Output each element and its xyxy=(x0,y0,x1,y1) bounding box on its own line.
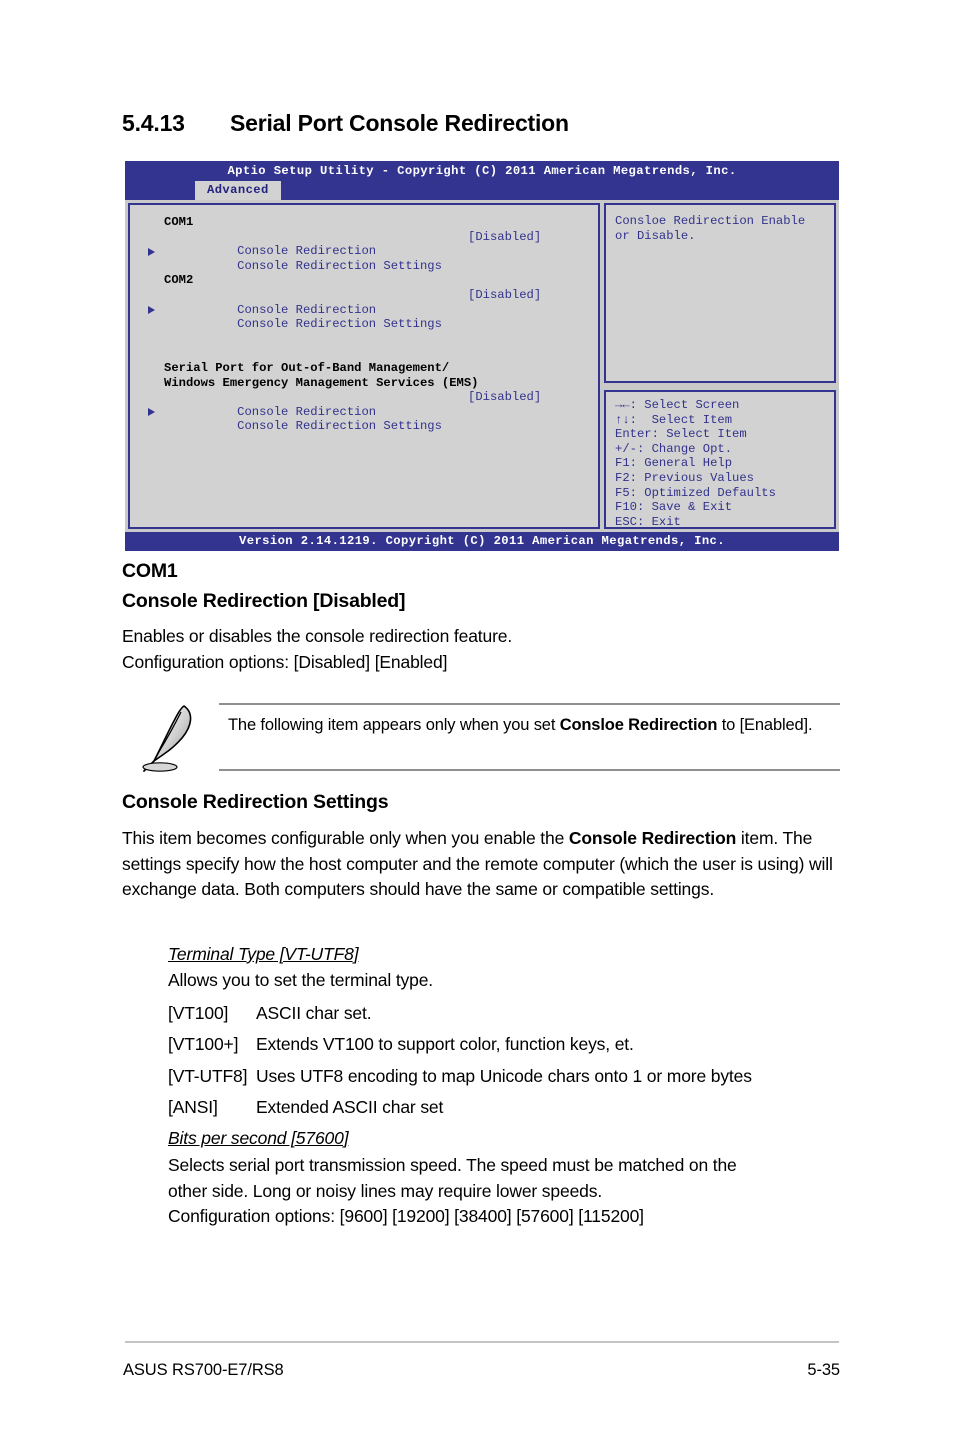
bios-item-value: [Disabled] xyxy=(468,287,542,302)
settings-description: This item becomes configurable only when… xyxy=(122,826,844,903)
heading-console-redirection: Console Redirection [Disabled] xyxy=(122,590,406,612)
bios-title-bar: Aptio Setup Utility - Copyright (C) 2011… xyxy=(125,161,839,181)
bios-item-value: [Disabled] xyxy=(468,390,542,405)
note-text-bold: Consloe Redirection xyxy=(559,716,718,734)
option-tag: [VT100] xyxy=(168,1003,229,1023)
bios-help-line: Consloe Redirection Enable xyxy=(615,214,806,228)
bios-key-legend-panel: →←: Select Screen ↑↓: Select Item Enter:… xyxy=(604,390,836,529)
note-rule-top xyxy=(219,703,840,705)
bios-settings-panel: COM1 Console Redirection [Disabled] Conso… xyxy=(128,203,600,529)
terminal-type-option-vt100plus: [VT100+] Extends VT100 to support color, … xyxy=(168,1034,634,1055)
com1-description: Enables or disables the console redirect… xyxy=(122,624,842,675)
note-text-after: to [Enabled]. xyxy=(717,716,813,734)
bios-screenshot: Aptio Setup Utility - Copyright (C) 2011… xyxy=(125,161,839,551)
bios-item-label: Console Redirection Settings xyxy=(237,419,442,434)
terminal-type-option-vtutf8: [VT-UTF8] Uses UTF8 encoding to map Unico… xyxy=(168,1066,752,1087)
note-pencil-icon xyxy=(142,705,192,772)
submenu-arrow-icon xyxy=(148,247,155,256)
option-tag: [ANSI] xyxy=(168,1097,218,1117)
terminal-type-option-ansi: [ANSI] Extended ASCII char set xyxy=(168,1097,443,1118)
bits-line2: other side. Long or noisy lines may requ… xyxy=(168,1180,603,1201)
bios-spacer xyxy=(130,346,598,361)
bios-spacer xyxy=(130,332,598,347)
settings-body-before: This item becomes configurable only when… xyxy=(122,828,569,848)
page-title: 5.4.13 Serial Port Console Redirection xyxy=(122,110,842,137)
bios-spacer xyxy=(130,259,598,274)
settings-body-bold: Console Redirection xyxy=(568,828,737,848)
bios-group-header: COM2 xyxy=(164,273,194,288)
key-legend-change-opt: +/-: Change Opt. xyxy=(615,441,733,456)
bios-item-value: [Disabled] xyxy=(468,229,542,244)
bios-group-header-ems-line1: Serial Port for Out-of-Band Management/ xyxy=(164,360,450,375)
bios-group-header-ems-line2: Windows Emergency Management Services (E… xyxy=(164,375,479,390)
com1-desc-line1: Enables or disables the console redirect… xyxy=(122,626,513,646)
heading-console-redirection-settings: Console Redirection Settings xyxy=(122,791,389,813)
key-legend-f5: F5: Optimized Defaults xyxy=(615,485,776,500)
section-number: 5.4.13 xyxy=(122,110,185,136)
key-legend-select-screen: →←: Select Screen xyxy=(615,398,740,412)
note-text-before: The following item appears only when you… xyxy=(228,716,560,734)
footer-divider xyxy=(125,1341,839,1343)
key-legend-f10: F10: Save & Exit xyxy=(615,500,733,515)
bios-item-console-redirection-ems[interactable]: Console Redirection [Disabled] xyxy=(130,390,598,419)
heading-com1: COM1 xyxy=(122,560,178,582)
bios-item-console-redirection-com1[interactable]: Console Redirection [Disabled] xyxy=(130,229,598,259)
footer-page-number: 5-35 xyxy=(807,1361,840,1379)
bios-body: COM1 Console Redirection [Disabled] Conso… xyxy=(125,200,839,532)
note-box: The following item appears only when you… xyxy=(122,697,840,775)
bits-line1: Selects serial port transmission speed. … xyxy=(168,1155,737,1175)
subitem-bits-per-second-title: Bits per second [57600] xyxy=(168,1128,349,1148)
option-text: Extended ASCII char set xyxy=(256,1097,444,1117)
option-tag: [VT100+] xyxy=(168,1034,239,1054)
bios-item-console-redirection-settings-ems[interactable]: Console Redirection Settings xyxy=(130,405,598,433)
document-page: 5.4.13 Serial Port Console Redirection Ap… xyxy=(0,0,954,1438)
submenu-arrow-icon xyxy=(148,306,155,315)
com1-desc-line2: Configuration options: [Disabled] [Enabl… xyxy=(122,651,448,672)
terminal-type-option-vt100: [VT100] ASCII char set. xyxy=(168,1003,372,1024)
note-text: The following item appears only when you… xyxy=(228,713,828,738)
bios-help-panel: Consloe Redirection Enable or Disable. xyxy=(604,203,836,383)
option-text: ASCII char set. xyxy=(256,1003,372,1023)
subitem-terminal-type-desc: Allows you to set the terminal type. xyxy=(168,970,434,990)
bits-per-second-description: Selects serial port transmission speed. … xyxy=(168,1153,858,1230)
bits-line3: Configuration options: [9600] [19200] [3… xyxy=(168,1206,644,1226)
key-legend-esc: ESC: Exit xyxy=(615,514,681,529)
bios-group-header: COM1 xyxy=(164,215,194,229)
key-legend-f1: F1: General Help xyxy=(615,456,733,471)
tab-advanced[interactable]: Advanced xyxy=(195,181,281,200)
option-text: Uses UTF8 encoding to map Unicode chars … xyxy=(256,1066,752,1086)
bios-help-line: or Disable. xyxy=(615,228,696,243)
option-tag: [VT-UTF8] xyxy=(168,1066,248,1086)
key-legend-select-item-arrows: ↑↓: Select Item xyxy=(615,412,733,427)
key-legend-f2: F2: Previous Values xyxy=(615,470,754,485)
section-title: Serial Port Console Redirection xyxy=(230,110,569,136)
bios-item-console-redirection-com2[interactable]: Console Redirection [Disabled] xyxy=(130,287,598,317)
bios-tab-row: Advanced xyxy=(125,181,839,200)
bios-spacer xyxy=(130,317,598,332)
bios-item-console-redirection-settings-com1[interactable]: Console Redirection Settings xyxy=(130,244,598,273)
bios-version-bar: Version 2.14.1219. Copyright (C) 2011 Am… xyxy=(125,532,839,551)
option-text: Extends VT100 to support color, function… xyxy=(256,1034,634,1054)
note-rule-bottom xyxy=(219,769,840,771)
footer-product-name: ASUS RS700-E7/RS8 xyxy=(123,1361,284,1379)
key-legend-enter: Enter: Select Item xyxy=(615,427,747,442)
submenu-arrow-icon xyxy=(148,408,155,417)
bios-item-console-redirection-settings-com2[interactable]: Console Redirection Settings xyxy=(130,303,598,331)
subitem-terminal-type-title: Terminal Type [VT-UTF8] xyxy=(168,944,359,964)
